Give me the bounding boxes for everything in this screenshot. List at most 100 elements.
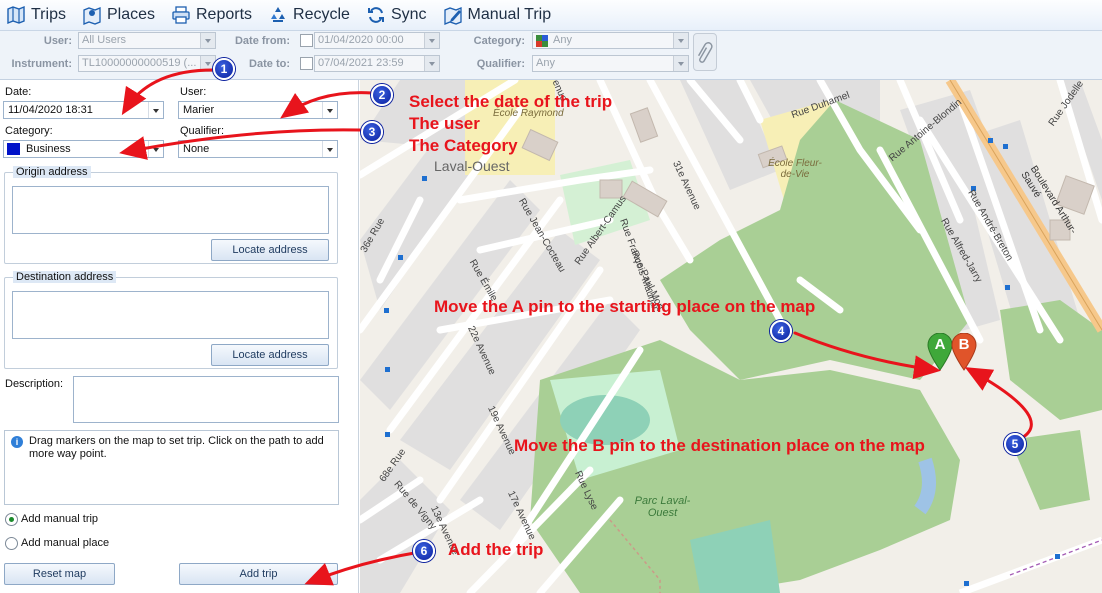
filter-category-label: Category: [473, 35, 525, 47]
chevron-down-icon [322, 102, 337, 118]
filter-user-select[interactable]: All Users [78, 32, 216, 49]
info-icon: i [11, 436, 23, 448]
annotation-step4: Move the A pin to the starting place on … [434, 297, 816, 316]
chevron-down-icon [424, 33, 439, 48]
filter-instrument-value: TL10000000000519 (... [82, 57, 197, 69]
chevron-down-icon [322, 141, 337, 157]
origin-address-title: Origin address [13, 166, 91, 178]
add-trip-button[interactable]: Add trip [179, 563, 338, 585]
destination-address-group: Destination address Locate address [4, 271, 338, 369]
filter-date-from-label: Date from: [234, 35, 290, 47]
main-toolbar: Trips Places Reports Recycle Sync Manual… [0, 0, 1102, 31]
date-value: 11/04/2020 18:31 [8, 104, 93, 116]
user-value: Marier [183, 104, 215, 116]
manual-trip-icon [443, 7, 462, 25]
pin-b-label: B [958, 336, 970, 353]
add-manual-place-label: Add manual place [21, 537, 110, 549]
description-label: Description: [5, 378, 64, 390]
filter-date-from-value: 01/04/2020 00:00 [318, 34, 404, 46]
filter-date-from-input[interactable]: 01/04/2020 00:00 [314, 32, 440, 49]
description-input[interactable] [73, 376, 339, 423]
attachment-button[interactable] [693, 33, 717, 71]
qualifier-label: Qualifier: [180, 125, 225, 137]
info-text: Drag markers on the map to set trip. Cli… [29, 435, 324, 460]
filter-date-to-input[interactable]: 07/04/2021 23:59 [314, 55, 440, 72]
trips-button[interactable]: Trips [6, 5, 66, 25]
map-icon [7, 5, 25, 25]
annotation-step1-line1: Select the date of the trip [409, 92, 613, 111]
annotation-step6: Add the trip [448, 540, 544, 559]
filter-category-value: Any [553, 34, 572, 46]
map-view[interactable]: Laval-Ouest École Raymond École Fleur-de… [360, 80, 1102, 593]
recycle-icon [271, 7, 286, 22]
date-from-checkbox[interactable] [300, 34, 313, 47]
qualifier-select[interactable]: None [178, 140, 338, 158]
manual-trip-label: Manual Trip [467, 6, 552, 23]
add-manual-place-radio[interactable] [5, 537, 18, 550]
filter-instrument-label: Instrument: [11, 58, 73, 70]
category-grid-icon [536, 35, 548, 47]
places-button[interactable]: Places [82, 5, 155, 25]
trips-label: Trips [31, 6, 66, 23]
chevron-down-icon [673, 33, 688, 48]
filter-qualifier-value: Any [536, 57, 555, 69]
step-badge-5: 5 [1004, 433, 1026, 455]
recycle-button[interactable]: Recycle [268, 5, 350, 25]
sync-icon [367, 7, 384, 23]
category-label: Category: [5, 125, 53, 137]
reports-button[interactable]: Reports [171, 5, 252, 25]
annotation-step5: Move the B pin to the destination place … [514, 436, 925, 455]
reports-label: Reports [196, 6, 253, 23]
filter-category-select[interactable]: Any [532, 32, 689, 49]
radio-selected-dot [9, 517, 14, 522]
sync-label: Sync [390, 6, 427, 23]
step-badge-1: 1 [213, 58, 235, 80]
place-label-laval-ouest: Laval-Ouest [434, 158, 510, 174]
user-label: User: [180, 86, 207, 98]
date-to-checkbox[interactable] [300, 57, 313, 70]
destination-address-input[interactable] [12, 291, 329, 339]
add-manual-trip-radio[interactable] [5, 513, 18, 526]
info-box: i Drag markers on the map to set trip. C… [4, 430, 339, 505]
filter-user-value: All Users [82, 34, 127, 46]
destination-address-title: Destination address [13, 271, 117, 283]
origin-address-input[interactable] [12, 186, 329, 234]
category-value: Business [26, 143, 71, 155]
filter-qualifier-select[interactable]: Any [532, 55, 689, 72]
manual-trip-button[interactable]: Manual Trip [443, 5, 552, 25]
manual-trip-panel: Date: 11/04/2020 18:31 User: Marier Cate… [0, 80, 359, 593]
locate-destination-button[interactable]: Locate address [211, 344, 329, 366]
places-icon [83, 7, 101, 25]
step-badge-4: 4 [770, 320, 792, 342]
qualifier-value: None [183, 143, 210, 155]
category-color-swatch [7, 143, 20, 155]
add-manual-trip-label: Add manual trip [21, 513, 99, 525]
place-label-ecole-fleur: École Fleur-de-Vie [768, 158, 822, 180]
step-badge-3: 3 [361, 121, 383, 143]
date-label: Date: [5, 86, 32, 98]
chevron-down-icon [148, 102, 163, 118]
place-label-parc: Parc Laval-Ouest [634, 495, 691, 519]
step-badge-6: 6 [413, 540, 435, 562]
chevron-down-icon [673, 56, 688, 71]
chevron-down-icon [148, 141, 163, 157]
sync-button[interactable]: Sync [366, 5, 427, 25]
filter-date-to-label: Date to: [249, 58, 290, 70]
locate-origin-button[interactable]: Locate address [211, 239, 329, 261]
origin-address-group: Origin address Locate address [4, 166, 338, 264]
printer-icon [172, 6, 190, 24]
annotation-step1-line2: The user [409, 114, 480, 133]
filter-qualifier-label: Qualifier: [476, 58, 525, 70]
chevron-down-icon [200, 33, 215, 48]
recycle-label: Recycle [293, 6, 350, 23]
places-label: Places [106, 6, 155, 23]
reset-map-button[interactable]: Reset map [4, 563, 115, 585]
filter-bar: User: All Users Instrument: TL1000000000… [0, 31, 1102, 80]
pin-a-label: A [934, 336, 946, 353]
category-select[interactable]: Business [3, 140, 164, 158]
paperclip-icon [697, 42, 713, 63]
date-input[interactable]: 11/04/2020 18:31 [3, 101, 164, 119]
step-badge-2: 2 [371, 84, 393, 106]
filter-instrument-select[interactable]: TL10000000000519 (... [78, 55, 216, 72]
user-select[interactable]: Marier [178, 101, 338, 119]
